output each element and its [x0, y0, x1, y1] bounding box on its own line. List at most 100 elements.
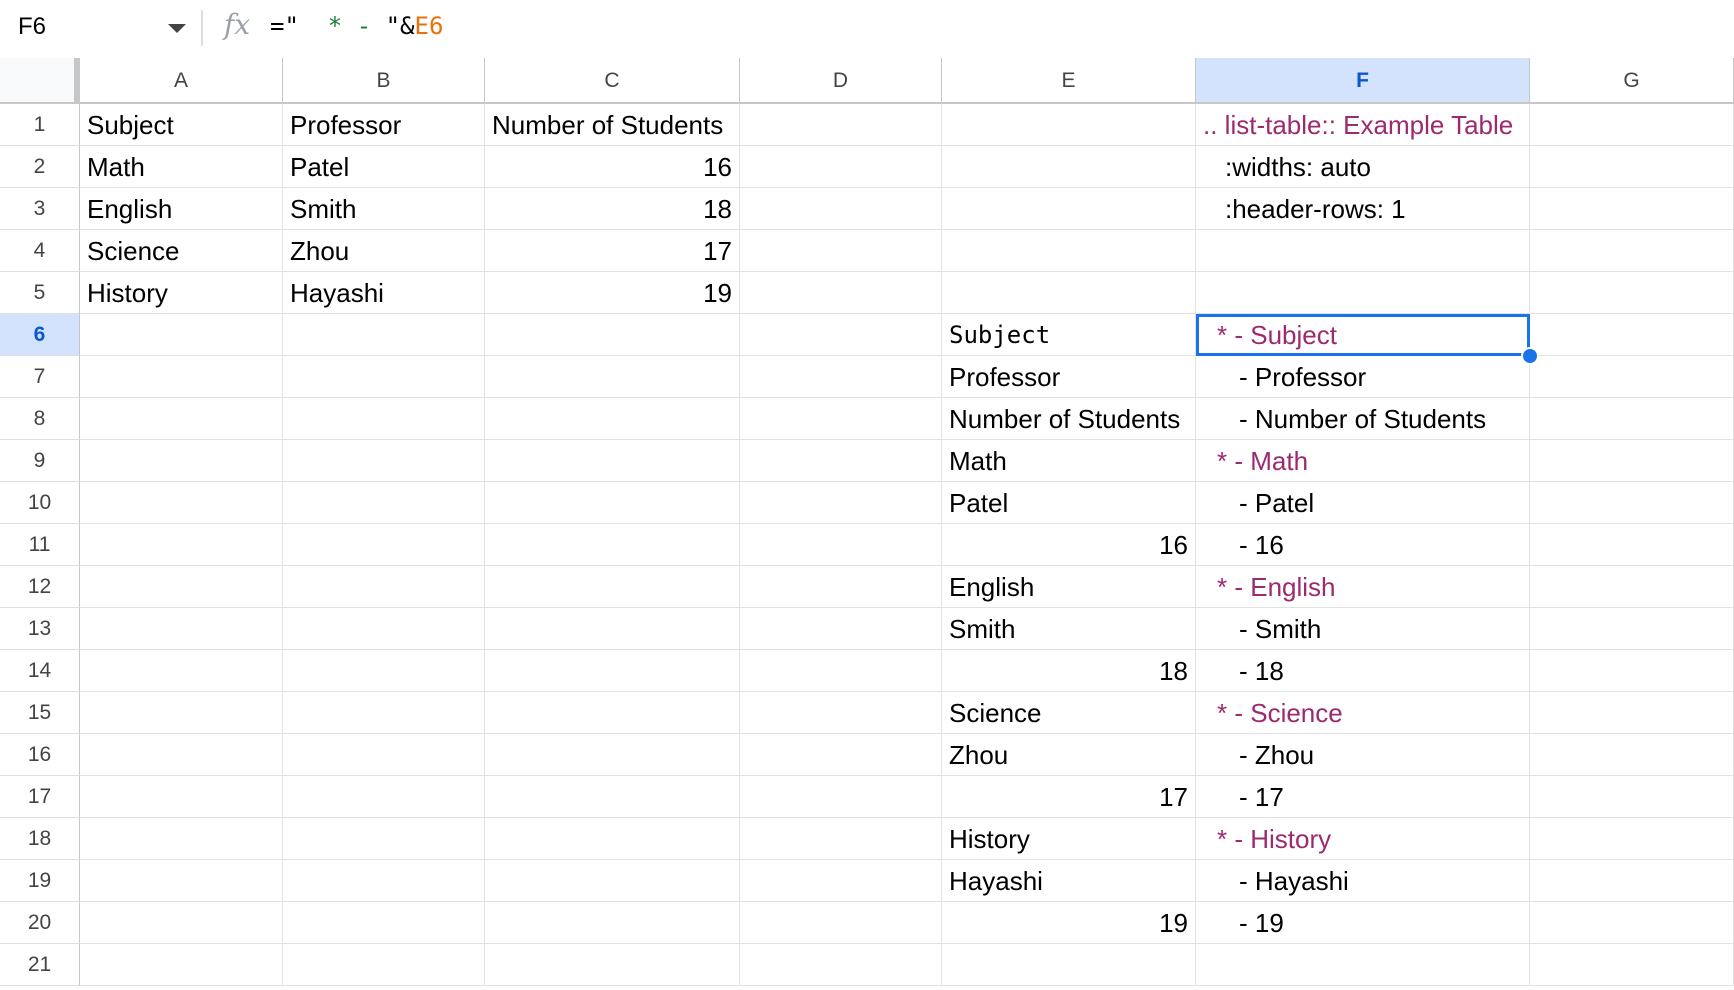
cell-d19[interactable] — [740, 860, 942, 902]
cell-c7[interactable] — [485, 356, 740, 398]
cell-a12[interactable] — [80, 566, 283, 608]
cell-g14[interactable] — [1530, 650, 1734, 692]
row-header-13[interactable]: 13 — [0, 608, 80, 650]
cell-b21[interactable] — [283, 944, 485, 986]
cell-a14[interactable] — [80, 650, 283, 692]
cell-e6[interactable]: Subject — [942, 314, 1196, 356]
cell-e8[interactable]: Number of Students — [942, 398, 1196, 440]
cell-e7[interactable]: Professor — [942, 356, 1196, 398]
cell-b19[interactable] — [283, 860, 485, 902]
cell-b1[interactable]: Professor — [283, 104, 485, 146]
cell-d21[interactable] — [740, 944, 942, 986]
cell-e11[interactable]: 16 — [942, 524, 1196, 566]
cell-g3[interactable] — [1530, 188, 1734, 230]
cell-c14[interactable] — [485, 650, 740, 692]
cell-d2[interactable] — [740, 146, 942, 188]
cell-f3[interactable]: :header-rows: 1 — [1196, 188, 1530, 230]
cell-b17[interactable] — [283, 776, 485, 818]
cell-e20[interactable]: 19 — [942, 902, 1196, 944]
cell-f17[interactable]: - 17 — [1196, 776, 1530, 818]
cell-a21[interactable] — [80, 944, 283, 986]
row-header-15[interactable]: 15 — [0, 692, 80, 734]
cell-a2[interactable]: Math — [80, 146, 283, 188]
cell-b5[interactable]: Hayashi — [283, 272, 485, 314]
cell-b11[interactable] — [283, 524, 485, 566]
cell-c16[interactable] — [485, 734, 740, 776]
row-header-21[interactable]: 21 — [0, 944, 80, 986]
cell-d13[interactable] — [740, 608, 942, 650]
cell-f13[interactable]: - Smith — [1196, 608, 1530, 650]
cell-c11[interactable] — [485, 524, 740, 566]
cell-a20[interactable] — [80, 902, 283, 944]
cell-e3[interactable] — [942, 188, 1196, 230]
cell-b12[interactable] — [283, 566, 485, 608]
cell-e4[interactable] — [942, 230, 1196, 272]
cell-d5[interactable] — [740, 272, 942, 314]
cell-g10[interactable] — [1530, 482, 1734, 524]
cell-f16[interactable]: - Zhou — [1196, 734, 1530, 776]
column-header-d[interactable]: D — [740, 58, 942, 104]
cell-c15[interactable] — [485, 692, 740, 734]
cell-d7[interactable] — [740, 356, 942, 398]
cell-f1[interactable]: .. list-table:: Example Table — [1196, 104, 1530, 146]
cell-g1[interactable] — [1530, 104, 1734, 146]
cell-a9[interactable] — [80, 440, 283, 482]
cell-c3[interactable]: 18 — [485, 188, 740, 230]
row-header-7[interactable]: 7 — [0, 356, 80, 398]
cell-a5[interactable]: History — [80, 272, 283, 314]
column-header-b[interactable]: B — [283, 58, 485, 104]
cell-d15[interactable] — [740, 692, 942, 734]
cell-b3[interactable]: Smith — [283, 188, 485, 230]
cell-f7[interactable]: - Professor — [1196, 356, 1530, 398]
cell-c4[interactable]: 17 — [485, 230, 740, 272]
cell-g17[interactable] — [1530, 776, 1734, 818]
cell-d10[interactable] — [740, 482, 942, 524]
cell-g2[interactable] — [1530, 146, 1734, 188]
column-header-g[interactable]: G — [1530, 58, 1734, 104]
cell-e13[interactable]: Smith — [942, 608, 1196, 650]
cell-g15[interactable] — [1530, 692, 1734, 734]
column-header-e[interactable]: E — [942, 58, 1196, 104]
cell-b6[interactable] — [283, 314, 485, 356]
cell-d11[interactable] — [740, 524, 942, 566]
cell-a13[interactable] — [80, 608, 283, 650]
cell-b9[interactable] — [283, 440, 485, 482]
cell-e9[interactable]: Math — [942, 440, 1196, 482]
chevron-down-icon[interactable] — [168, 24, 186, 33]
row-header-18[interactable]: 18 — [0, 818, 80, 860]
cell-e10[interactable]: Patel — [942, 482, 1196, 524]
cell-f6[interactable]: * - Subject — [1196, 314, 1530, 356]
cell-f19[interactable]: - Hayashi — [1196, 860, 1530, 902]
cell-f12[interactable]: * - English — [1196, 566, 1530, 608]
select-all-corner[interactable] — [0, 58, 80, 104]
cell-g5[interactable] — [1530, 272, 1734, 314]
cell-e16[interactable]: Zhou — [942, 734, 1196, 776]
cell-e18[interactable]: History — [942, 818, 1196, 860]
cell-f14[interactable]: - 18 — [1196, 650, 1530, 692]
cell-c19[interactable] — [485, 860, 740, 902]
cell-d9[interactable] — [740, 440, 942, 482]
cell-b18[interactable] — [283, 818, 485, 860]
cell-e17[interactable]: 17 — [942, 776, 1196, 818]
cell-d3[interactable] — [740, 188, 942, 230]
cell-g21[interactable] — [1530, 944, 1734, 986]
row-header-3[interactable]: 3 — [0, 188, 80, 230]
cell-g19[interactable] — [1530, 860, 1734, 902]
cell-c18[interactable] — [485, 818, 740, 860]
cell-a6[interactable] — [80, 314, 283, 356]
cell-a1[interactable]: Subject — [80, 104, 283, 146]
cell-g20[interactable] — [1530, 902, 1734, 944]
cell-b4[interactable]: Zhou — [283, 230, 485, 272]
cell-b10[interactable] — [283, 482, 485, 524]
cell-b14[interactable] — [283, 650, 485, 692]
cell-g9[interactable] — [1530, 440, 1734, 482]
cell-g12[interactable] — [1530, 566, 1734, 608]
cell-e19[interactable]: Hayashi — [942, 860, 1196, 902]
cell-e1[interactable] — [942, 104, 1196, 146]
row-header-17[interactable]: 17 — [0, 776, 80, 818]
cell-a16[interactable] — [80, 734, 283, 776]
cell-f15[interactable]: * - Science — [1196, 692, 1530, 734]
cell-a18[interactable] — [80, 818, 283, 860]
cell-d12[interactable] — [740, 566, 942, 608]
cell-c6[interactable] — [485, 314, 740, 356]
